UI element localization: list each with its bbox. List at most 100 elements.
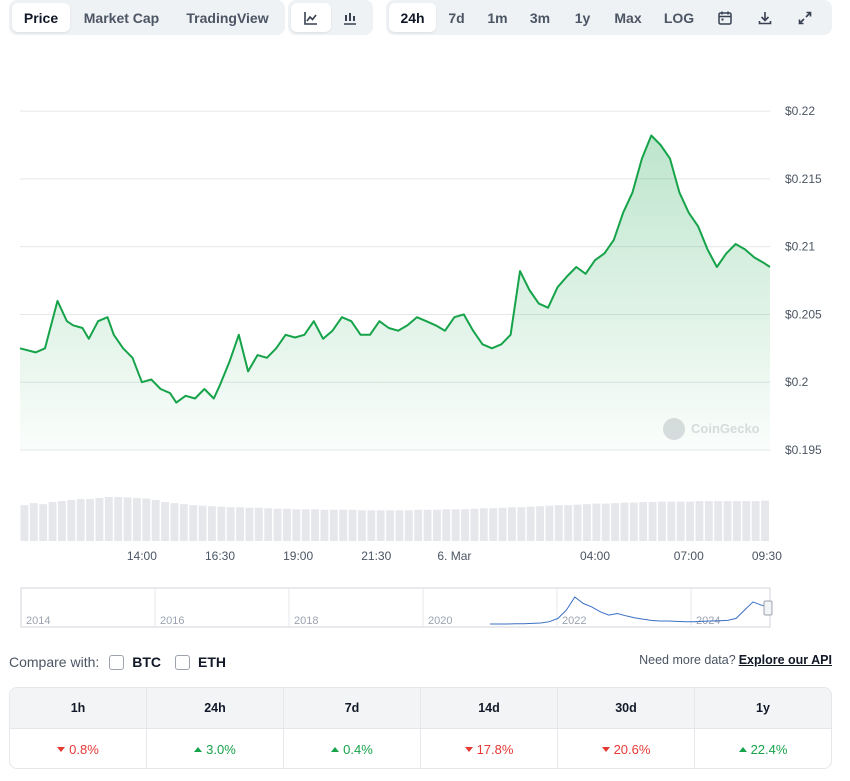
change-30d: 20.6%: [558, 729, 695, 768]
download-button[interactable]: [745, 3, 785, 32]
navigator-handle[interactable]: [763, 600, 773, 616]
volume-bar: [86, 499, 94, 541]
volume-bar: [320, 509, 329, 541]
log-scale-toggle[interactable]: LOG: [653, 3, 705, 32]
up-arrow-icon: [738, 747, 747, 752]
volume-bar: [414, 509, 423, 541]
volume-bar: [648, 502, 657, 541]
view-tabs: Price Market Cap TradingView: [9, 0, 285, 35]
change-24h: 3.0%: [147, 729, 284, 768]
volume-bar: [526, 506, 535, 541]
volume-bar: [742, 501, 751, 541]
volume-bar: [564, 505, 573, 541]
volume-bar: [273, 508, 282, 541]
volume-bar: [433, 509, 441, 541]
change-1y: 22.4%: [695, 729, 831, 768]
volume-bar: [226, 507, 235, 541]
volume-bar: [733, 501, 741, 541]
volume-bar: [479, 508, 488, 541]
volume-bar: [639, 502, 648, 541]
volume-bar: [461, 509, 469, 541]
chart-toolbar: Price Market Cap TradingView 24h 7d 1m 3…: [0, 0, 850, 40]
volume-bar: [601, 503, 610, 541]
range-1m[interactable]: 1m: [477, 3, 518, 32]
candlestick-chart-button[interactable]: [331, 3, 371, 32]
volume-bar: [301, 509, 310, 541]
volume-bar: [48, 502, 57, 541]
range-3m[interactable]: 3m: [518, 3, 562, 32]
compare-btc-checkbox[interactable]: [109, 654, 125, 670]
compare-label: Compare with:: [9, 654, 100, 670]
volume-bar: [536, 506, 544, 541]
change-14d-value: 17.8%: [476, 742, 514, 757]
volume-bar: [142, 498, 151, 541]
change-7d: 0.4%: [284, 729, 421, 768]
navigator-year-label: 2022: [562, 615, 586, 627]
compare-btc-label: BTC: [132, 654, 162, 670]
volume-bar: [114, 497, 123, 541]
navigator-year-label: 2016: [160, 615, 184, 627]
y-tick-label: $0.22: [785, 104, 815, 118]
x-tick-label: 04:00: [580, 549, 610, 563]
y-tick-label: $0.215: [785, 172, 822, 186]
x-tick-label: 6. Mar: [437, 549, 471, 563]
navigator-year-label: 2014: [26, 615, 50, 627]
performance-value-row: 0.8% 3.0% 0.4% 17.8% 20.6% 22.4%: [10, 729, 831, 768]
navigator-year-label: 2020: [428, 615, 452, 627]
x-tick-label: 16:30: [205, 549, 235, 563]
chart-type-toggle: [288, 0, 373, 35]
volume-bar: [292, 509, 301, 541]
range-selector: 24h 7d 1m 3m 1y Max LOG: [386, 0, 832, 35]
line-chart-button[interactable]: [291, 3, 331, 32]
range-7d[interactable]: 7d: [436, 3, 477, 32]
volume-bar: [573, 504, 582, 541]
volume-bar: [245, 507, 254, 541]
calendar-icon: [718, 11, 732, 25]
tab-price[interactable]: Price: [12, 3, 70, 32]
fullscreen-button[interactable]: [785, 3, 825, 32]
volume-bar: [592, 503, 601, 541]
x-tick-label: 19:00: [283, 549, 313, 563]
price-chart: $0.22$0.215$0.21$0.205$0.2$0.195CoinGeck…: [19, 104, 822, 628]
up-arrow-icon: [331, 747, 340, 752]
volume-bar: [667, 501, 676, 541]
change-1h-value: 0.8%: [69, 742, 99, 757]
performance-header-row: 1h 24h 7d 14d 30d 1y: [10, 688, 831, 729]
y-tick-label: $0.195: [785, 443, 822, 457]
volume-bar: [236, 507, 244, 541]
volume-bar: [358, 510, 366, 541]
volume-bar: [133, 498, 141, 541]
explore-api-link[interactable]: Explore our API: [739, 653, 832, 667]
volume-bar: [329, 509, 338, 541]
volume-bar: [29, 503, 38, 541]
range-24h[interactable]: 24h: [389, 3, 436, 32]
volume-bar: [695, 501, 704, 541]
compare-eth-checkbox[interactable]: [175, 654, 191, 670]
compare-btc-option[interactable]: BTC: [109, 654, 161, 670]
volume-bar: [123, 497, 132, 541]
date-range-button[interactable]: [705, 3, 745, 32]
volume-bar: [658, 501, 666, 541]
volume-bar: [76, 499, 85, 541]
up-arrow-icon: [194, 747, 203, 752]
compare-section: Compare with: BTC ETH: [9, 650, 240, 674]
volume-bar: [198, 505, 207, 541]
volume-bar: [254, 507, 263, 541]
range-max[interactable]: Max: [603, 3, 653, 32]
compare-eth-option[interactable]: ETH: [175, 654, 226, 670]
volume-bar: [67, 500, 76, 541]
x-tick-label: 07:00: [674, 549, 704, 563]
header-1y: 1y: [756, 701, 770, 715]
volume-bar: [395, 510, 404, 541]
volume-bar: [404, 510, 413, 541]
volume-bar: [161, 502, 169, 541]
tab-tradingview[interactable]: TradingView: [173, 3, 282, 32]
volume-bar: [423, 509, 432, 541]
tab-market-cap[interactable]: Market Cap: [70, 3, 173, 32]
range-1y[interactable]: 1y: [562, 3, 603, 32]
volume-bar: [376, 510, 385, 541]
volume-bar: [545, 505, 554, 541]
down-arrow-icon: [464, 747, 473, 752]
volume-bar: [311, 509, 319, 541]
header-30d: 30d: [558, 688, 695, 728]
